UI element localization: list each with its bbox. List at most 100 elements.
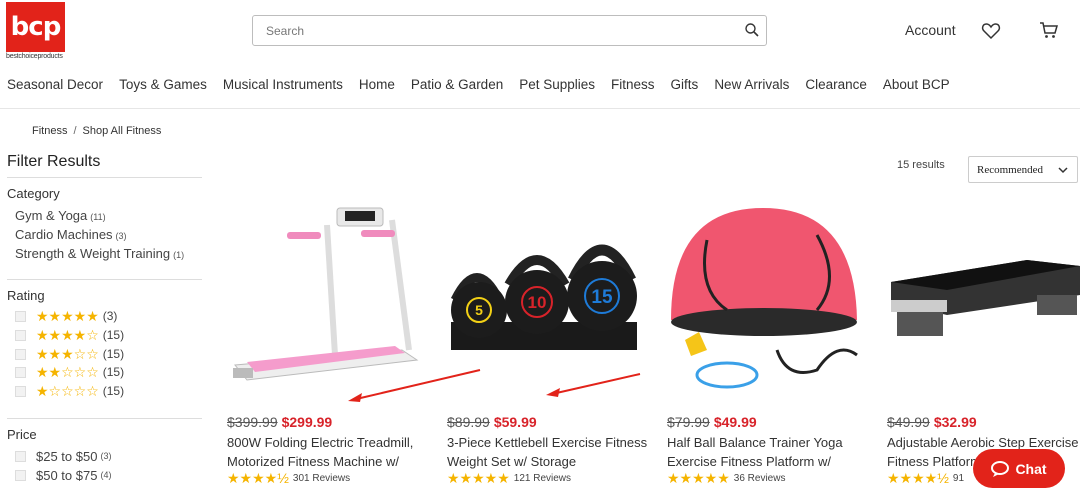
original-price: $79.99 — [667, 414, 710, 430]
kettlebell-label: 15 — [591, 287, 613, 308]
rating-stars: ★★★★★ — [667, 470, 730, 486]
product-image-aerobic-step[interactable] — [887, 200, 1080, 395]
breadcrumb-parent[interactable]: Fitness — [32, 125, 67, 137]
category-count: (1) — [173, 250, 185, 260]
chat-button[interactable]: Chat — [973, 449, 1065, 488]
rating-filter-5[interactable]: ★★★★★ (3) — [15, 308, 117, 324]
rating-stars: ★☆☆☆☆ — [36, 382, 99, 399]
breadcrumb: Fitness / Shop All Fitness — [32, 125, 161, 137]
nav-item-clearance[interactable]: Clearance — [805, 77, 867, 92]
sort-selected-value: Recommended — [977, 164, 1043, 176]
nav-item-gifts[interactable]: Gifts — [671, 77, 699, 92]
rating-stars: ★★★★★ — [447, 470, 510, 486]
rating-stars: ★★★☆☆ — [36, 345, 99, 362]
results-count: 15 results — [897, 159, 945, 171]
category-count: (11) — [90, 212, 106, 222]
nav-item-fitness[interactable]: Fitness — [611, 77, 655, 92]
rating-checkbox[interactable] — [15, 348, 26, 360]
account-link[interactable]: Account — [905, 22, 956, 38]
review-count[interactable]: 36 Reviews — [734, 473, 786, 484]
filter-title: Filter Results — [7, 153, 101, 170]
chat-label: Chat — [1015, 460, 1047, 477]
product-name[interactable]: 3-Piece Kettlebell Exercise Fitness Weig… — [447, 433, 659, 471]
original-price: $49.99 — [887, 414, 930, 430]
nav-item-pet-supplies[interactable]: Pet Supplies — [519, 77, 595, 92]
nav-item-about-bcp[interactable]: About BCP — [883, 77, 950, 92]
product-image-kettlebells[interactable]: 5 10 15 — [447, 200, 659, 395]
rating-title: Rating — [7, 288, 45, 303]
nav-item-patio-garden[interactable]: Patio & Garden — [411, 77, 503, 92]
original-price: $399.99 — [227, 414, 278, 430]
rating-count: (15) — [102, 384, 125, 398]
category-label: Strength & Weight Training — [15, 246, 171, 261]
review-count[interactable]: 91 — [953, 473, 964, 484]
category-title: Category — [7, 186, 60, 201]
product-rating: ★★★★★ 36 Reviews — [667, 470, 785, 487]
nav-divider — [0, 108, 1080, 109]
sale-price: $59.99 — [493, 414, 537, 430]
product-price: $89.99 $59.99 — [447, 414, 537, 430]
category-item-gym-yoga[interactable]: Gym & Yoga (11) — [15, 208, 106, 223]
filter-divider — [7, 418, 202, 419]
logo-mark: bcp — [6, 2, 65, 52]
chevron-down-icon — [1058, 167, 1068, 174]
kettlebell-label: 10 — [528, 293, 547, 312]
product-price: $399.99 $299.99 — [227, 414, 332, 430]
product-name[interactable]: 800W Folding Electric Treadmill, Motoriz… — [227, 433, 439, 471]
brand-logo[interactable]: bcp bestchoiceproducts — [6, 2, 76, 64]
price-title: Price — [7, 427, 37, 442]
logo-subtext: bestchoiceproducts — [6, 53, 63, 60]
nav-item-new-arrivals[interactable]: New Arrivals — [714, 77, 789, 92]
rating-count: (3) — [102, 309, 118, 323]
heart-icon[interactable] — [981, 21, 1001, 41]
price-label: $25 to $50 — [36, 448, 98, 464]
rating-filter-3[interactable]: ★★★☆☆ (15) — [15, 346, 124, 362]
product-rating: ★★★★½ 301 Reviews — [227, 470, 350, 487]
rating-count: (15) — [102, 347, 125, 361]
price-checkbox[interactable] — [15, 469, 26, 481]
category-item-cardio-machines[interactable]: Cardio Machines (3) — [15, 227, 127, 242]
rating-stars: ★★★★★ — [36, 307, 99, 324]
review-count[interactable]: 121 Reviews — [514, 473, 571, 484]
rating-filter-4[interactable]: ★★★★☆ (15) — [15, 327, 124, 343]
rating-filter-1[interactable]: ★☆☆☆☆ (15) — [15, 383, 124, 399]
nav-item-home[interactable]: Home — [359, 77, 395, 92]
price-count: (4) — [100, 470, 112, 480]
nav-item-toys-games[interactable]: Toys & Games — [119, 77, 207, 92]
product-image-balance-trainer[interactable] — [667, 200, 879, 395]
rating-stars: ★★☆☆☆ — [36, 363, 99, 380]
nav-item-seasonal-decor[interactable]: Seasonal Decor — [7, 77, 103, 92]
product-rating: ★★★★½ 91 — [887, 470, 964, 487]
rating-filter-2[interactable]: ★★☆☆☆ (15) — [15, 364, 124, 380]
product-price: $49.99 $32.99 — [887, 414, 977, 430]
product-price: $79.99 $49.99 — [667, 414, 757, 430]
price-count: (3) — [100, 451, 112, 461]
category-item-strength[interactable]: Strength & Weight Training (1) — [15, 246, 184, 261]
product-name[interactable]: Half Ball Balance Trainer Yoga Exercise … — [667, 433, 879, 471]
rating-stars: ★★★★½ — [227, 470, 289, 486]
rating-checkbox[interactable] — [15, 329, 26, 341]
category-count: (3) — [115, 231, 127, 241]
rating-checkbox[interactable] — [15, 366, 26, 378]
rating-checkbox[interactable] — [15, 385, 26, 397]
rating-count: (15) — [102, 365, 125, 379]
sort-select[interactable]: Recommended — [968, 156, 1078, 183]
sale-price: $49.99 — [713, 414, 757, 430]
category-label: Cardio Machines — [15, 227, 113, 242]
price-checkbox[interactable] — [15, 450, 26, 462]
nav-item-musical-instruments[interactable]: Musical Instruments — [223, 77, 343, 92]
breadcrumb-current[interactable]: Shop All Fitness — [83, 125, 162, 137]
search-icon[interactable] — [744, 22, 760, 38]
cart-icon[interactable] — [1039, 20, 1059, 40]
price-filter-50-75[interactable]: $50 to $75 (4) — [15, 467, 111, 483]
rating-checkbox[interactable] — [15, 310, 26, 322]
search-bar — [252, 15, 767, 46]
price-filter-25-50[interactable]: $25 to $50 (3) — [15, 448, 111, 464]
filter-divider — [7, 279, 202, 280]
review-count[interactable]: 301 Reviews — [293, 473, 350, 484]
original-price: $89.99 — [447, 414, 490, 430]
price-label: $50 to $75 — [36, 467, 98, 483]
chat-bubble-icon — [991, 460, 1010, 477]
search-input[interactable] — [253, 16, 733, 45]
rating-stars: ★★★★½ — [887, 470, 949, 486]
